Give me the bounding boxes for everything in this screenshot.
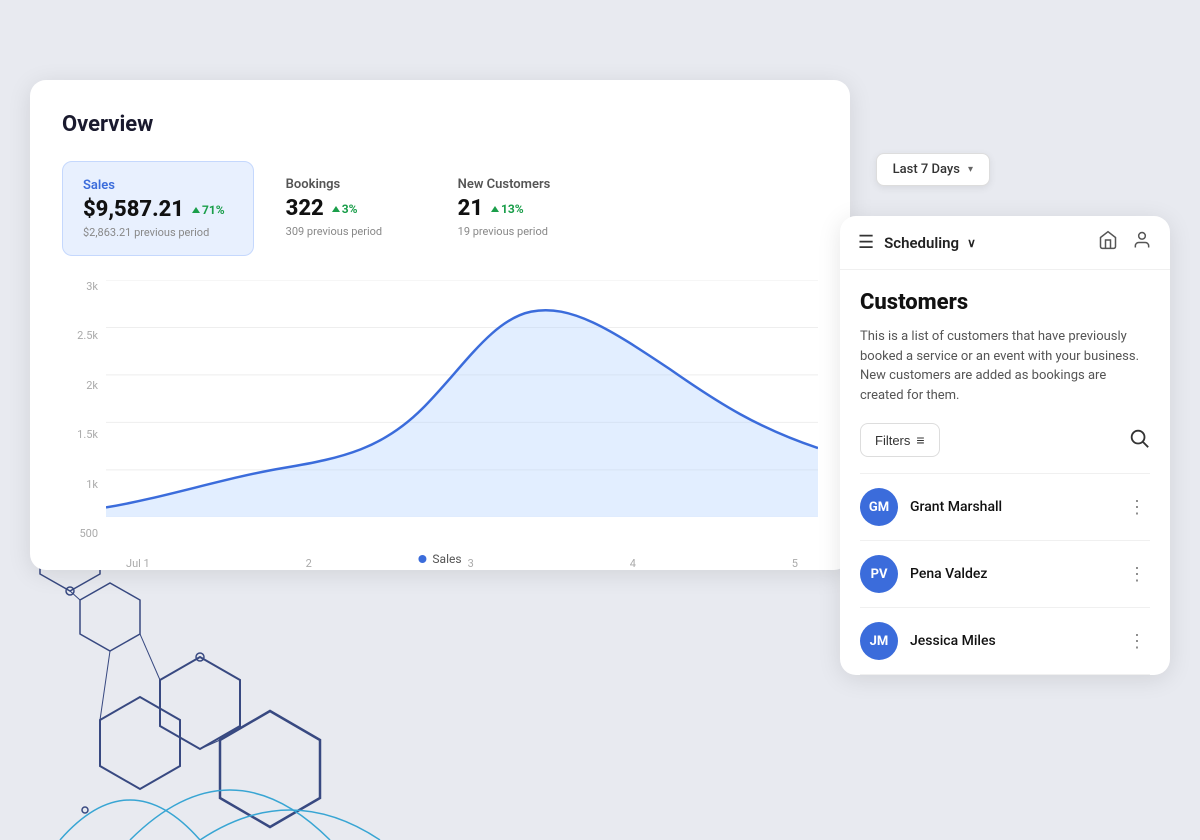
- bookings-value: 322: [286, 196, 324, 221]
- y-label-3k: 3k: [62, 280, 98, 293]
- customer-name-pena: Pena Valdez: [910, 566, 1112, 582]
- customer-avatar-jm: JM: [860, 622, 898, 660]
- y-label-2.5k: 2.5k: [62, 329, 98, 342]
- x-label-3: 3: [468, 557, 474, 570]
- scheduling-right: [1098, 230, 1152, 255]
- store-icon[interactable]: [1098, 230, 1118, 255]
- more-options-icon-pena[interactable]: ⋮: [1124, 560, 1150, 589]
- chart-svg: [106, 280, 818, 517]
- date-filter-label: Last 7 Days: [893, 162, 960, 177]
- y-label-2k: 2k: [62, 379, 98, 392]
- bookings-badge: 3%: [332, 202, 358, 216]
- sales-label: Sales: [83, 178, 225, 193]
- filter-search-row: Filters ≡: [860, 423, 1150, 457]
- new-customers-badge: 13%: [491, 202, 524, 216]
- customer-name-jessica: Jessica Miles: [910, 633, 1112, 649]
- overview-title: Overview: [62, 112, 818, 137]
- customer-item[interactable]: GM Grant Marshall ⋮: [860, 474, 1150, 541]
- filters-button[interactable]: Filters ≡: [860, 423, 940, 457]
- customers-description: This is a list of customers that have pr…: [860, 327, 1150, 405]
- scheduling-left: ☰ Scheduling ∨: [858, 232, 976, 253]
- date-filter-button[interactable]: Last 7 Days ▾: [876, 153, 990, 186]
- filter-icon: ≡: [916, 432, 924, 448]
- arrow-up-icon: [192, 207, 200, 213]
- customers-card: ☰ Scheduling ∨ Customers This is: [840, 216, 1170, 675]
- customer-name-grant: Grant Marshall: [910, 499, 1112, 515]
- chart-y-labels: 3k 2.5k 2k 1.5k 1k 500: [62, 280, 98, 570]
- chart-legend: Sales: [418, 552, 461, 566]
- user-icon[interactable]: [1132, 230, 1152, 255]
- sales-sub: $2,863.21 previous period: [83, 226, 225, 239]
- search-icon[interactable]: [1128, 427, 1150, 454]
- x-label-2: 2: [306, 557, 312, 570]
- more-options-icon-jessica[interactable]: ⋮: [1124, 627, 1150, 656]
- new-customers-sub: 19 previous period: [458, 225, 570, 238]
- y-label-1k: 1k: [62, 478, 98, 491]
- arrow-up-icon: [332, 206, 340, 212]
- customer-item[interactable]: JM Jessica Miles ⋮: [860, 608, 1150, 675]
- new-customers-value: 21: [458, 196, 483, 221]
- chart-x-labels: Jul 1 2 3 4 5: [106, 557, 818, 570]
- x-label-jul1: Jul 1: [126, 557, 150, 570]
- arrow-up-icon: [491, 206, 499, 212]
- customer-avatar-pv: PV: [860, 555, 898, 593]
- hamburger-icon[interactable]: ☰: [858, 232, 874, 253]
- bookings-sub: 309 previous period: [286, 225, 398, 238]
- filters-label: Filters: [875, 433, 910, 448]
- overview-card: Overview Sales $9,587.21 71% $2,863.21 p…: [30, 80, 850, 570]
- scheduling-title-button[interactable]: Scheduling ∨: [884, 234, 976, 252]
- bookings-metric[interactable]: Bookings 322 3% 309 previous period: [266, 161, 426, 256]
- scheduling-chevron-icon: ∨: [967, 236, 976, 250]
- legend-dot: [418, 555, 426, 563]
- x-label-4: 4: [630, 557, 636, 570]
- x-label-5: 5: [792, 557, 798, 570]
- y-label-1.5k: 1.5k: [62, 428, 98, 441]
- customers-heading: Customers: [860, 290, 1150, 315]
- chevron-down-icon: ▾: [968, 164, 973, 175]
- more-options-icon-grant[interactable]: ⋮: [1124, 493, 1150, 522]
- scheduling-header: ☰ Scheduling ∨: [840, 216, 1170, 270]
- customers-body: Customers This is a list of customers th…: [840, 270, 1170, 675]
- y-label-500: 500: [62, 527, 98, 540]
- new-customers-label: New Customers: [458, 177, 570, 192]
- legend-label: Sales: [432, 552, 461, 566]
- customer-item[interactable]: PV Pena Valdez ⋮: [860, 541, 1150, 608]
- customer-list: GM Grant Marshall ⋮ PV Pena Valdez ⋮ JM …: [860, 473, 1150, 675]
- sales-badge: 71%: [192, 203, 225, 217]
- metrics-row: Sales $9,587.21 71% $2,863.21 previous p…: [62, 161, 818, 256]
- sales-metric[interactable]: Sales $9,587.21 71% $2,863.21 previous p…: [62, 161, 254, 256]
- customer-avatar-gm: GM: [860, 488, 898, 526]
- sales-value: $9,587.21: [83, 197, 184, 222]
- chart-container: 3k 2.5k 2k 1.5k 1k 500 Jul 1 2 3 4: [62, 280, 818, 570]
- new-customers-metric[interactable]: New Customers 21 13% 19 previous period: [438, 161, 598, 256]
- bookings-label: Bookings: [286, 177, 398, 192]
